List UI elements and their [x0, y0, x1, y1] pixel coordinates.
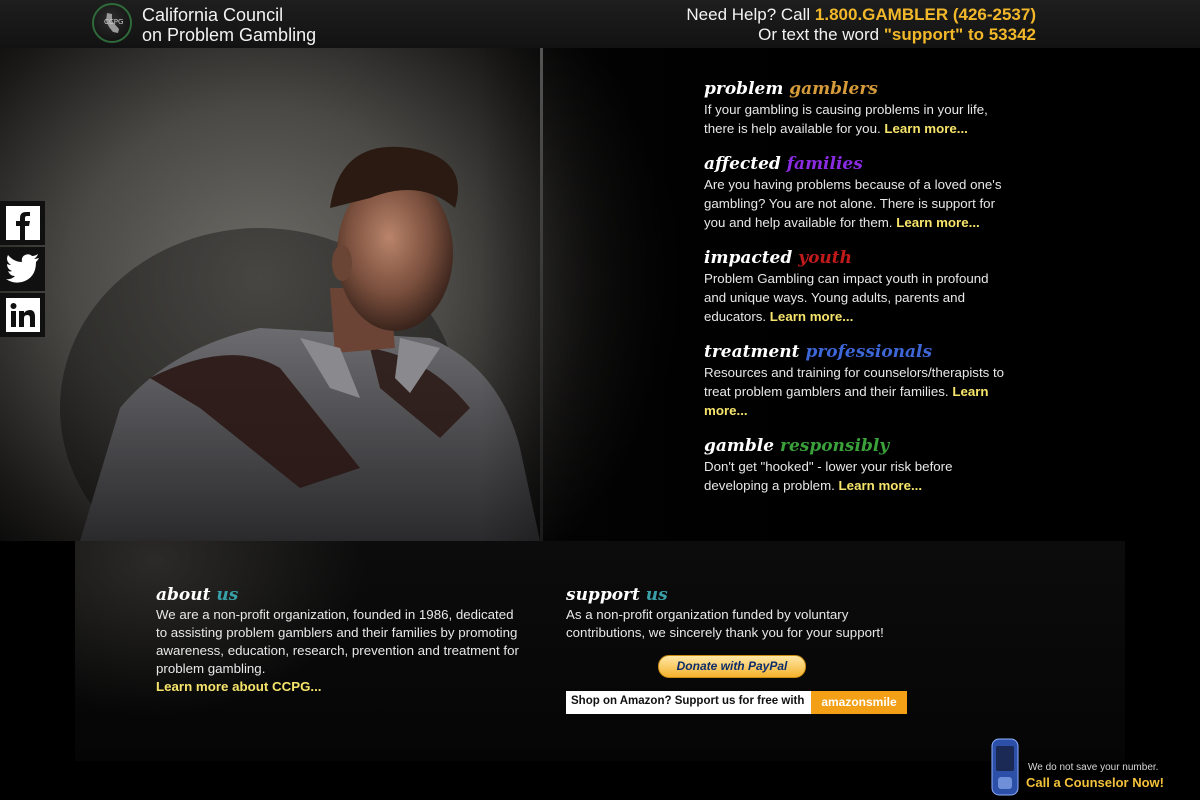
learn-more-link[interactable]: Learn more...	[884, 121, 968, 136]
call-counselor-widget[interactable]: We do not save your number. Call a Couns…	[986, 737, 1186, 797]
donate-paypal-button[interactable]: Donate with PayPal	[658, 655, 806, 678]
section-text: Don't get "hooked" - lower your risk bef…	[704, 459, 953, 493]
org-name-line2: on Problem Gambling	[142, 25, 317, 45]
learn-more-link[interactable]: Learn more...	[770, 309, 854, 324]
support-text: As a non-profit organization funded by v…	[566, 607, 884, 640]
amazon-smile-banner[interactable]: Shop on Amazon? Support us for free with…	[566, 691, 907, 714]
hero-image	[0, 48, 1200, 541]
linkedin-button[interactable]	[0, 293, 45, 337]
help-prefix: Need Help? Call	[686, 5, 815, 24]
section-gamble-responsibly: gamble responsibly Don't get "hooked" - …	[704, 435, 1014, 495]
twitter-button[interactable]	[0, 247, 45, 291]
twitter-icon	[5, 254, 39, 283]
support-heading: support us	[566, 585, 668, 605]
section-treatment-professionals: treatment professionals Resources and tr…	[704, 341, 1014, 420]
help-phone-link[interactable]: 1.800.GAMBLER (426-2537)	[815, 5, 1036, 24]
phone-icon	[991, 738, 1019, 796]
section-affected-families: affected families Are you having problem…	[704, 153, 1014, 232]
audience-sections: problem gamblers If your gambling is cau…	[704, 78, 1014, 510]
learn-more-link[interactable]: Learn more...	[896, 215, 980, 230]
section-text: Problem Gambling can impact youth in pro…	[704, 271, 989, 324]
support-us: support us As a non-profit organization …	[566, 584, 916, 642]
learn-more-link[interactable]: Learn more...	[839, 478, 923, 493]
section-heading: affected families	[704, 154, 863, 174]
text-code: "support" to 53342	[883, 25, 1036, 44]
section-heading: impacted youth	[704, 248, 852, 268]
org-name[interactable]: California Council on Problem Gambling	[142, 5, 316, 45]
site-header: California Council on Problem Gambling N…	[0, 0, 1200, 48]
text-prefix: Or text the word	[758, 25, 884, 44]
social-bar	[0, 201, 45, 339]
section-problem-gamblers: problem gamblers If your gambling is cau…	[704, 78, 1014, 138]
section-impacted-youth: impacted youth Problem Gambling can impa…	[704, 247, 1014, 326]
amazon-text: Shop on Amazon? Support us for free with	[571, 695, 805, 707]
section-heading: problem gamblers	[704, 79, 878, 99]
linkedin-icon	[5, 298, 40, 332]
section-text: If your gambling is causing problems in …	[704, 102, 988, 136]
about-heading: about us	[156, 585, 239, 605]
learn-more-about-link[interactable]: Learn more about CCPG...	[156, 679, 322, 694]
section-heading: treatment professionals	[704, 342, 933, 362]
amazon-smile-logo: amazonsmile	[811, 691, 907, 714]
facebook-button[interactable]	[0, 201, 45, 245]
about-us: about us We are a non-profit organizatio…	[156, 584, 526, 696]
section-text: Resources and training for counselors/th…	[704, 365, 1005, 418]
org-name-line1: California Council	[142, 5, 284, 25]
section-heading: gamble responsibly	[704, 436, 890, 456]
privacy-note: We do not save your number.	[1028, 762, 1159, 773]
facebook-icon	[5, 206, 40, 240]
helpline: Need Help? Call 1.800.GAMBLER (426-2537)…	[686, 5, 1036, 45]
about-text: We are a non-profit organization, founde…	[156, 607, 519, 676]
call-counselor-link[interactable]: Call a Counselor Now!	[1026, 775, 1164, 790]
section-text: Are you having problems because of a lov…	[704, 177, 1002, 230]
logo-label: CCPG	[104, 18, 124, 26]
